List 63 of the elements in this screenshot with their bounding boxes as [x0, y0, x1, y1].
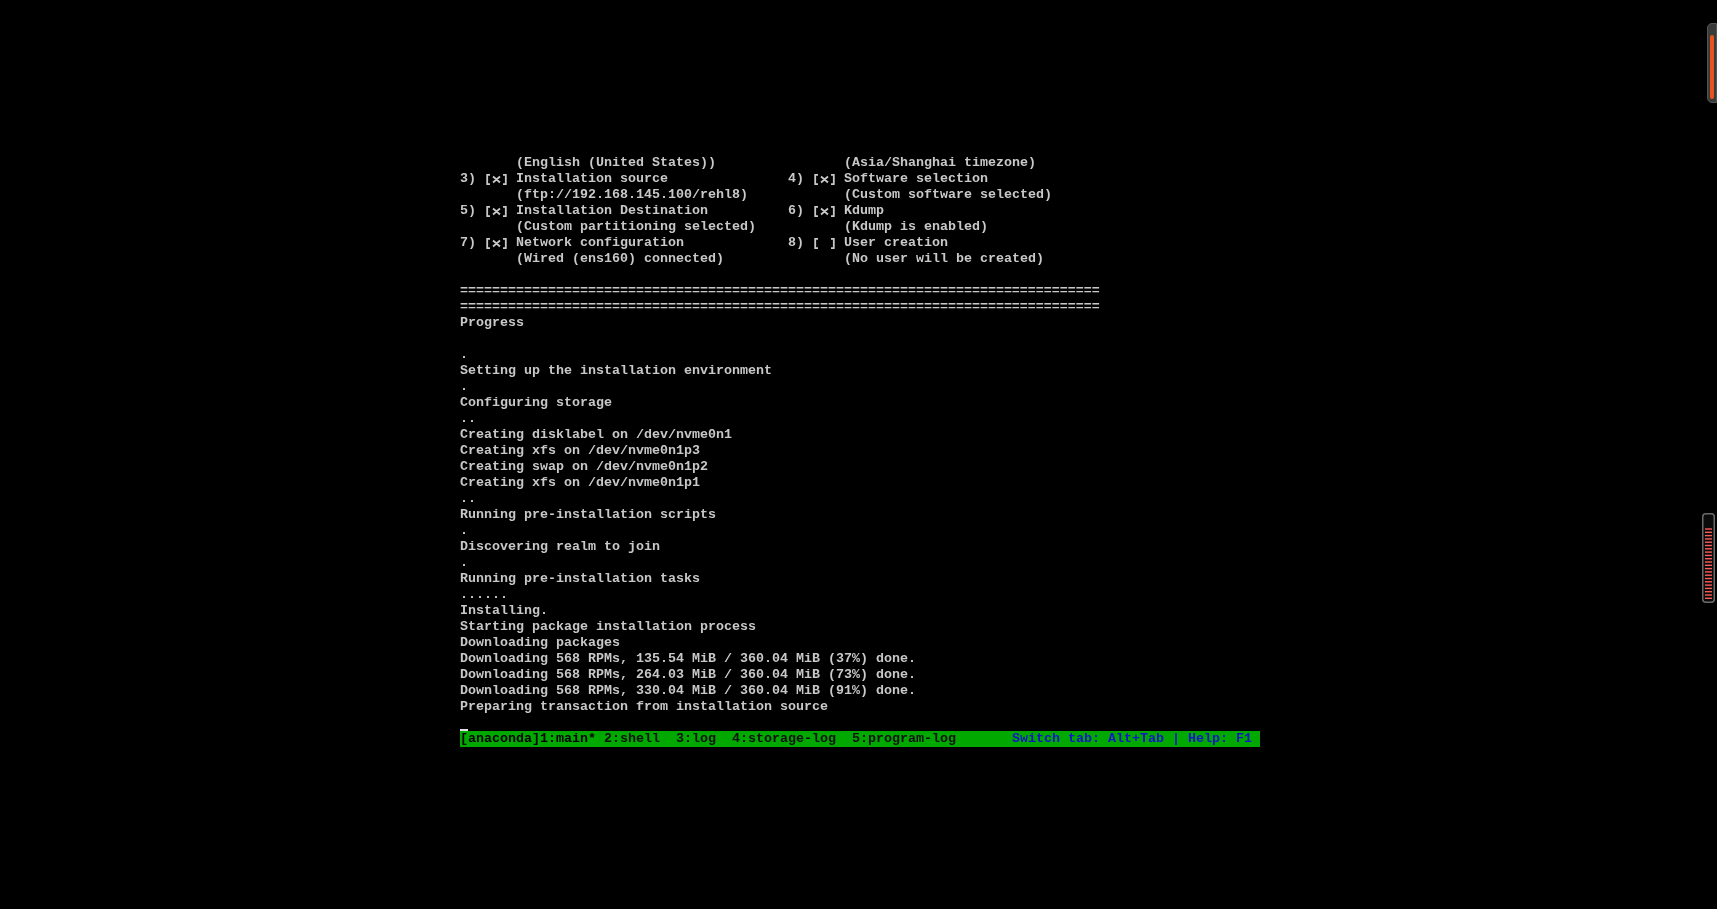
window-tab[interactable]: 1:main*	[540, 731, 596, 747]
item-title[interactable]: Installation Destination	[516, 203, 708, 219]
item-title[interactable]: Installation source	[516, 171, 668, 187]
log-line: Running pre-installation scripts	[460, 507, 716, 522]
status-text: (Custom software selected)	[844, 187, 1052, 202]
item-title[interactable]: Network configuration	[516, 235, 684, 251]
status-text: (ftp://192.168.145.100/rehl8)	[516, 187, 748, 202]
status-text: (Custom partitioning selected)	[516, 219, 756, 234]
section-heading: Progress	[460, 315, 524, 330]
log-line: ..	[460, 491, 476, 506]
scrollbar-thumb[interactable]	[1710, 35, 1714, 99]
log-line: .	[460, 379, 468, 394]
status-text: (No user will be created)	[844, 251, 1044, 266]
item-number: 4)	[788, 171, 804, 187]
log-line: Starting package installation process	[460, 619, 756, 634]
checkbox[interactable]	[486, 173, 507, 185]
help-hint: Switch tab: Alt+Tab | Help: F1	[1012, 731, 1252, 747]
log-line: Setting up the installation environment	[460, 363, 772, 378]
status-text: (English (United States))	[516, 155, 716, 170]
log-line: Creating disklabel on /dev/nvme0n1	[460, 427, 732, 442]
log-line: Preparing transaction from installation source	[460, 699, 828, 714]
item-number: 8)	[788, 235, 804, 251]
log-line: Discovering realm to join	[460, 539, 660, 554]
striped-handle-icon[interactable]	[1702, 513, 1715, 603]
window-tab[interactable]: 3:log	[676, 731, 716, 747]
window-tab[interactable]: 5:program-log	[851, 731, 956, 747]
scrollbar-track[interactable]	[1707, 23, 1717, 103]
checkbox[interactable]	[814, 237, 835, 249]
window-tab[interactable]: 4:storage-log	[732, 731, 836, 747]
checkbox[interactable]	[814, 173, 835, 185]
separator-line: ================================================================================	[460, 299, 1100, 314]
log-line: Running pre-installation tasks	[460, 571, 700, 586]
item-title[interactable]: User creation	[844, 235, 948, 251]
log-line: Installing.	[460, 603, 548, 618]
log-line: .	[460, 555, 468, 570]
checkbox[interactable]	[814, 205, 835, 217]
item-title[interactable]: Kdump	[844, 203, 884, 219]
checkbox[interactable]	[486, 205, 507, 217]
log-line: Downloading 568 RPMs, 330.04 MiB / 360.04 MiB (91%) done.	[460, 683, 916, 698]
item-number: 3)	[460, 171, 476, 187]
checkbox[interactable]	[486, 237, 507, 249]
item-number: 6)	[788, 203, 804, 219]
log-line: Downloading 568 RPMs, 135.54 MiB / 360.04 MiB (37%) done.	[460, 651, 916, 666]
log-line: ......	[460, 587, 508, 602]
status-text: (Asia/Shanghai timezone)	[844, 155, 1036, 170]
item-title[interactable]: Software selection	[844, 171, 988, 187]
window-tab[interactable]: 2:shell	[604, 731, 660, 747]
log-line: Downloading 568 RPMs, 264.03 MiB / 360.04 MiB (73%) done.	[460, 667, 916, 682]
log-line: ..	[460, 411, 476, 426]
item-number: 7)	[460, 235, 476, 251]
item-number: 5)	[460, 203, 476, 219]
log-line: Creating swap on /dev/nvme0n1p2	[460, 459, 708, 474]
session-label: [anaconda]	[460, 731, 540, 747]
cursor-icon	[460, 729, 468, 731]
log-line: Configuring storage	[460, 395, 612, 410]
log-line: Downloading packages	[460, 635, 620, 650]
log-line: .	[460, 523, 468, 538]
status-text: (Wired (ens160) connected)	[516, 251, 724, 266]
status-text: (Kdump is enabled)	[844, 219, 988, 234]
separator-line: ================================================================================	[460, 283, 1100, 298]
log-line: Creating xfs on /dev/nvme0n1p3	[460, 443, 700, 458]
log-line: Creating xfs on /dev/nvme0n1p1	[460, 475, 700, 490]
log-line: .	[460, 347, 468, 362]
